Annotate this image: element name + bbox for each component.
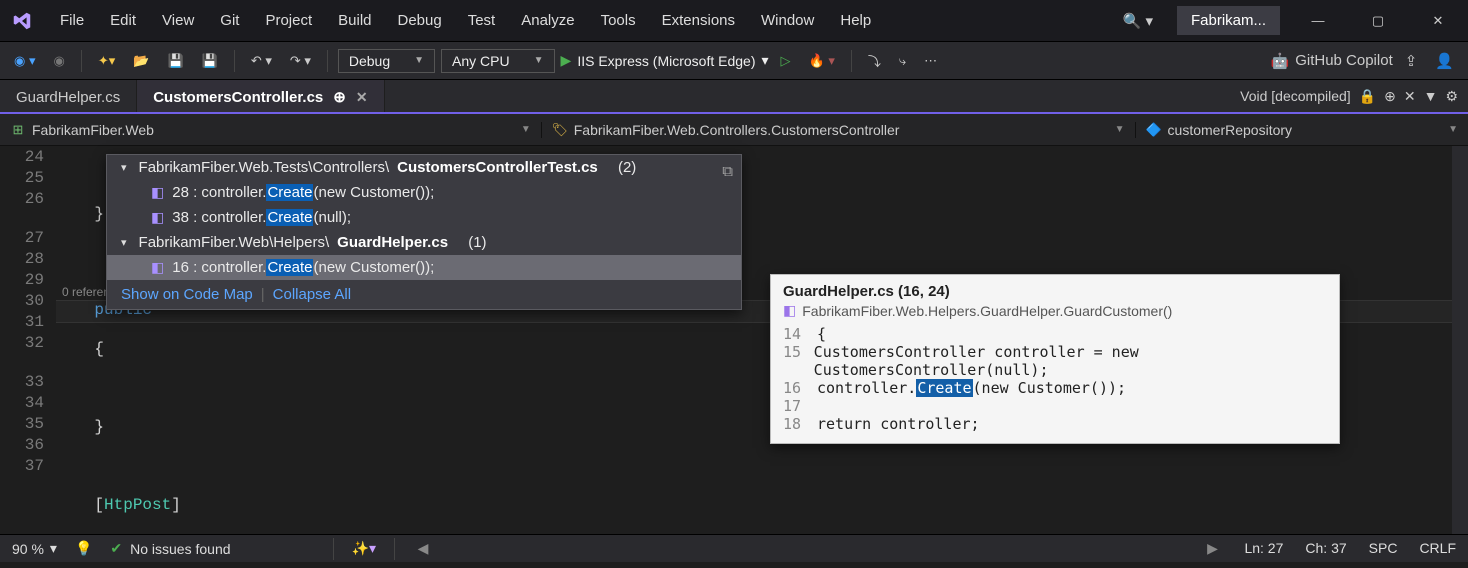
solution-name[interactable]: Fabrikam... — [1177, 6, 1280, 35]
menu-project[interactable]: Project — [253, 6, 324, 35]
preview-path: FabrikamFiber.Web.Helpers.GuardHelper.Gu… — [802, 303, 1172, 319]
cursor-col-indicator[interactable]: Ch: 37 — [1305, 540, 1346, 557]
nav-forward-button[interactable]: ◉ — [47, 50, 70, 72]
preview-title: GuardHelper.cs (16, 24) — [783, 283, 1327, 300]
run-button[interactable]: ▶IIS Express (Microsoft Edge) ▾ — [561, 52, 769, 69]
nav-class-label: FabrikamFiber.Web.Controllers.CustomersC… — [574, 122, 900, 138]
menu-extensions[interactable]: Extensions — [650, 6, 747, 35]
main-menu: File Edit View Git Project Build Debug T… — [48, 6, 883, 35]
intellicode-icon[interactable]: ✨▾ — [352, 540, 376, 557]
step-out-button[interactable]: ⋯ — [918, 50, 943, 72]
save-all-button[interactable]: 💾 — [196, 50, 224, 72]
lightbulb-icon[interactable]: 💡 — [75, 540, 92, 557]
menu-help[interactable]: Help — [828, 6, 883, 35]
tab-customerscontroller[interactable]: CustomersController.cs ⊕ ✕ — [137, 80, 384, 112]
codelens-references-popup: ⧉ ▾ FabrikamFiber.Web.Tests\Controllers\… — [106, 154, 742, 310]
field-icon: 🔷 — [1146, 122, 1162, 138]
method-icon: ◧ — [151, 184, 164, 201]
pin-tab-icon[interactable]: ⊕ — [1384, 88, 1396, 105]
popup-reference-2[interactable]: ◧ 38 : controller.Create(null); — [107, 205, 741, 230]
zoom-level[interactable]: 90 % ▾ — [12, 540, 57, 557]
method-icon: ◧ — [151, 259, 164, 276]
nav-project-dropdown[interactable]: ⊞ FabrikamFiber.Web ▼ — [0, 122, 542, 138]
line-ending-mode[interactable]: CRLF — [1419, 540, 1456, 557]
tab-label: GuardHelper.cs — [16, 89, 120, 106]
undo-button[interactable]: ↶ ▾ — [245, 50, 278, 72]
menu-debug[interactable]: Debug — [386, 6, 454, 35]
status-bar: 90 % ▾ 💡 ✔No issues found ✨▾ ◀ ▶ Ln: 27 … — [0, 534, 1468, 562]
main-toolbar: ◉ ▾ ◉ ✦▾ 📂 💾 💾 ↶ ▾ ↷ ▾ Debug▼ Any CPU▼ ▶… — [0, 42, 1468, 80]
close-icon[interactable]: ✕ — [356, 89, 368, 106]
nav-back-button[interactable]: ◉ ▾ — [8, 50, 41, 72]
collapse-all-link[interactable]: Collapse All — [273, 286, 351, 303]
close-button[interactable]: ✕ — [1416, 6, 1460, 36]
share-button[interactable]: ⇪ — [1399, 49, 1424, 73]
popup-external-icon[interactable]: ⧉ — [722, 163, 733, 180]
settings-icon[interactable]: ⚙ — [1445, 88, 1458, 105]
start-without-debugging-button[interactable]: ▷ — [775, 50, 797, 72]
cursor-line-indicator[interactable]: Ln: 27 — [1244, 540, 1283, 557]
platform-dropdown[interactable]: Any CPU▼ — [441, 49, 554, 73]
method-icon: ◧ — [783, 302, 796, 319]
search-icon[interactable]: 🔍 ▾ — [1115, 8, 1161, 34]
copilot-label[interactable]: GitHub Copilot — [1295, 52, 1393, 69]
menu-tools[interactable]: Tools — [589, 6, 648, 35]
menu-build[interactable]: Build — [326, 6, 383, 35]
hot-reload-button[interactable]: 🔥 ▾ — [803, 50, 841, 72]
project-icon: ⊞ — [10, 122, 26, 138]
pin-icon[interactable]: ⊕ — [333, 88, 346, 106]
save-button[interactable]: 💾 — [161, 50, 189, 72]
preview-code: 14 { 15 CustomersController controller =… — [783, 325, 1327, 433]
nav-member-dropdown[interactable]: 🔷 customerRepository ▼ — [1136, 122, 1468, 138]
popup-file-header-1[interactable]: ▾ FabrikamFiber.Web.Tests\Controllers\Cu… — [107, 155, 741, 180]
step-over-button[interactable]: ⤷ — [893, 50, 912, 72]
reference-preview-tooltip: GuardHelper.cs (16, 24) ◧ FabrikamFiber.W… — [770, 274, 1340, 444]
step-into-button[interactable]: ⤵ — [862, 48, 887, 73]
tab-overflow-icon[interactable]: ▼ — [1424, 88, 1438, 104]
decompiled-label: Void [decompiled] — [1240, 88, 1351, 104]
menu-test[interactable]: Test — [456, 6, 508, 35]
menu-git[interactable]: Git — [208, 6, 251, 35]
horizontal-scroll-right-icon[interactable]: ▶ — [1202, 540, 1222, 557]
menu-window[interactable]: Window — [749, 6, 826, 35]
redo-button[interactable]: ↷ ▾ — [284, 50, 317, 72]
indent-mode[interactable]: SPC — [1369, 540, 1398, 557]
vs-logo-icon — [8, 7, 36, 35]
method-icon: ◧ — [151, 209, 164, 226]
vertical-scrollbar[interactable] — [1452, 146, 1468, 534]
titlebar: File Edit View Git Project Build Debug T… — [0, 0, 1468, 42]
run-label: IIS Express (Microsoft Edge) — [577, 53, 755, 69]
menu-view[interactable]: View — [150, 6, 206, 35]
horizontal-scroll-left-icon[interactable]: ◀ — [413, 540, 433, 557]
error-list-status[interactable]: ✔No issues found — [110, 540, 230, 557]
nav-project-label: FabrikamFiber.Web — [32, 122, 154, 138]
document-tabstrip: GuardHelper.cs CustomersController.cs ⊕ … — [0, 80, 1468, 114]
code-editor[interactable]: 24 25 26 27 28 29 30 31 32 33 34 35 36 3… — [0, 146, 1468, 534]
copilot-icon: 🤖 — [1271, 52, 1290, 70]
tab-guardhelper[interactable]: GuardHelper.cs — [0, 80, 137, 112]
maximize-button[interactable]: ▢ — [1356, 6, 1400, 36]
menu-analyze[interactable]: Analyze — [509, 6, 586, 35]
close-preview-icon[interactable]: ✕ — [1404, 88, 1416, 105]
menu-file[interactable]: File — [48, 6, 96, 35]
tab-label: CustomersController.cs — [153, 89, 323, 106]
class-icon: 🏷 — [552, 122, 568, 138]
lock-icon: 🔒 — [1359, 88, 1376, 105]
navigation-bar: ⊞ FabrikamFiber.Web ▼ 🏷 FabrikamFiber.We… — [0, 114, 1468, 146]
line-number-gutter: 24 25 26 27 28 29 30 31 32 33 34 35 36 3… — [0, 146, 56, 534]
popup-file-header-2[interactable]: ▾ FabrikamFiber.Web\Helpers\GuardHelper.… — [107, 230, 741, 255]
show-on-code-map-link[interactable]: Show on Code Map — [121, 286, 253, 303]
menu-edit[interactable]: Edit — [98, 6, 148, 35]
config-dropdown[interactable]: Debug▼ — [338, 49, 435, 73]
new-item-button[interactable]: ✦▾ — [92, 50, 121, 72]
account-button[interactable]: 👤 — [1429, 49, 1460, 73]
config-label: Debug — [349, 53, 390, 69]
nav-member-label: customerRepository — [1168, 122, 1293, 138]
popup-reference-3[interactable]: ◧ 16 : controller.Create(new Customer())… — [107, 255, 741, 280]
popup-reference-1[interactable]: ◧ 28 : controller.Create(new Customer())… — [107, 180, 741, 205]
open-folder-button[interactable]: 📂 — [127, 50, 155, 72]
minimize-button[interactable]: — — [1296, 6, 1340, 36]
platform-label: Any CPU — [452, 53, 510, 69]
nav-class-dropdown[interactable]: 🏷 FabrikamFiber.Web.Controllers.Customer… — [542, 122, 1136, 138]
